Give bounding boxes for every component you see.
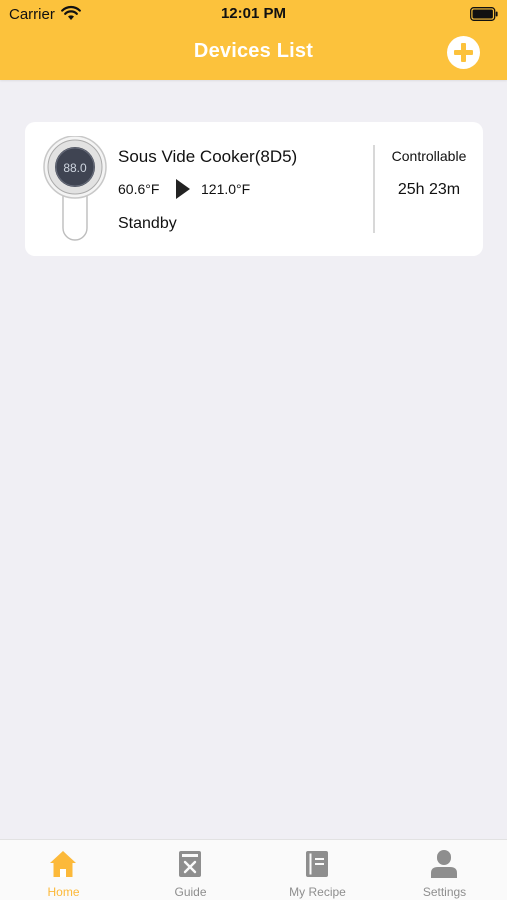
target-temperature: 121.0°F [201,181,251,197]
device-name: Sous Vide Cooker(8D5) [118,147,298,166]
guide-book-icon [179,851,201,877]
device-status: Standby [118,215,177,232]
tab-settings-label: Settings [422,885,467,899]
home-icon [50,851,76,877]
card-divider [373,145,375,233]
recipe-book-icon [306,851,328,877]
header-bar: Carrier 12:01 PM Devices List [0,0,507,80]
user-settings-icon [431,850,457,878]
tab-my-recipe[interactable]: My Recipe [254,840,381,900]
device-display-reading: 88.0 [63,161,87,175]
status-bar: Carrier 12:01 PM [0,0,507,28]
current-temperature: 60.6°F [118,181,160,197]
tab-home[interactable]: Home [0,840,127,900]
play-arrow-icon [176,179,190,199]
add-device-button[interactable] [447,36,480,69]
tab-bar: Home Guide My Recipe Settings [0,839,507,900]
time-remaining: 25h 23m [397,181,461,198]
device-card[interactable]: 88.0 Sous Vide Cooker(8D5) 60.6°F 121.0°… [25,122,483,256]
page-title: Devices List [193,40,314,62]
clock: 12:01 PM [220,5,287,22]
tab-settings[interactable]: Settings [381,840,507,900]
battery-icon [470,7,498,21]
tab-home-label: Home [47,885,80,899]
control-status: Controllable [391,148,467,164]
sous-vide-device-image: 88.0 [43,136,107,241]
tab-guide[interactable]: Guide [127,840,254,900]
tab-my-recipe-label: My Recipe [289,885,346,899]
tab-guide-label: Guide [174,885,207,899]
